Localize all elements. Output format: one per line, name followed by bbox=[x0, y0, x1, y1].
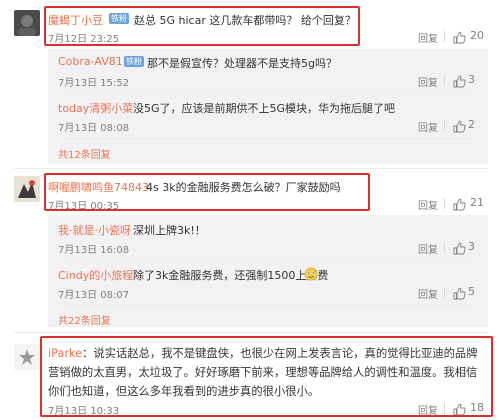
divider bbox=[444, 31, 445, 42]
reply-text: 那不是假宣传？处理器不是支持5g吗？ bbox=[147, 57, 337, 70]
reply-text: 除了3k金融服务费，还强制1500上牌费 bbox=[133, 269, 329, 282]
like-count: 2 bbox=[468, 118, 475, 131]
divider bbox=[444, 287, 445, 298]
divider bbox=[444, 120, 445, 131]
reply-button[interactable]: 回复 bbox=[418, 74, 438, 89]
reply-username[interactable]: Cobra-AV81 bbox=[58, 55, 123, 68]
reply-time: 7月13日 16:08 bbox=[58, 245, 130, 256]
highlight-box bbox=[44, 6, 360, 46]
reply-time: 7月13日 15:52 bbox=[58, 78, 130, 89]
thumb-up-icon[interactable] bbox=[453, 118, 466, 133]
divider bbox=[58, 92, 478, 93]
fan-badge: 铁粉 bbox=[124, 56, 144, 67]
thumb-up-icon[interactable] bbox=[453, 73, 466, 88]
reply-button[interactable]: 回复 bbox=[418, 241, 438, 256]
reply-username[interactable]: Cindy的小旅程 bbox=[58, 267, 133, 283]
divider bbox=[58, 259, 478, 260]
reply-button[interactable]: 回复 bbox=[418, 286, 438, 301]
avatar[interactable] bbox=[14, 344, 40, 370]
like-count: 20 bbox=[470, 29, 484, 42]
like-count: 5 bbox=[468, 285, 475, 298]
divider bbox=[58, 304, 478, 305]
thumb-up-icon[interactable] bbox=[453, 285, 466, 300]
divider bbox=[14, 332, 488, 333]
divider bbox=[58, 138, 478, 139]
reply-button[interactable]: 回复 bbox=[418, 30, 438, 45]
reply-button[interactable]: 回复 bbox=[418, 119, 438, 134]
like-count: 3 bbox=[468, 73, 475, 86]
reply-username[interactable]: today清粥小菜 bbox=[58, 100, 133, 116]
divider bbox=[444, 75, 445, 86]
like-count: 21 bbox=[470, 196, 484, 209]
avatar[interactable] bbox=[14, 176, 40, 202]
divider bbox=[14, 168, 488, 169]
reply-time: 7月13日 08:08 bbox=[58, 123, 130, 134]
divider bbox=[444, 198, 445, 209]
divider bbox=[444, 242, 445, 253]
emoji-icon bbox=[304, 266, 318, 281]
more-replies-link[interactable]: 共22条回复 bbox=[58, 312, 111, 327]
reply-time: 7月13日 08:07 bbox=[58, 290, 130, 301]
thumb-up-icon[interactable] bbox=[453, 29, 466, 44]
reply-button[interactable]: 回复 bbox=[418, 197, 438, 212]
highlight-box bbox=[44, 173, 370, 211]
highlight-box bbox=[40, 336, 493, 417]
thumb-up-icon[interactable] bbox=[453, 240, 466, 255]
reply-text: 深圳上牌3k!！ bbox=[133, 224, 206, 237]
more-replies-link[interactable]: 共12条回复 bbox=[58, 146, 111, 161]
like-count: 3 bbox=[468, 240, 475, 253]
thumb-up-icon[interactable] bbox=[453, 196, 466, 211]
reply-text: 没5G了，应该是前期供不上5G模块，华为拖后腿了吧 bbox=[133, 102, 396, 115]
reply-username[interactable]: 我·就是·小瓷呀 bbox=[58, 222, 131, 238]
avatar[interactable] bbox=[14, 10, 40, 36]
